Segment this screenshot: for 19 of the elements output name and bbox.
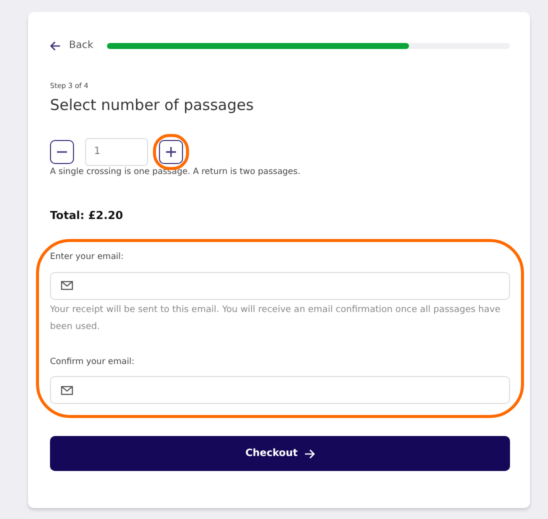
- field-label: Confirm your email:: [50, 356, 136, 368]
- help-text: A single crossing is one passage. A return is two passages.: [50, 166, 302, 178]
- decrease-button[interactable]: [50, 140, 74, 164]
- field-label: Enter your email:: [50, 250, 125, 264]
- arrow-right-icon: [304, 448, 315, 459]
- email-field[interactable]: [50, 272, 510, 300]
- quantity-field[interactable]: 1: [85, 138, 148, 166]
- back-arrow-icon: [50, 40, 61, 50]
- help-text: Your receipt will be sent to this email. You will receive an email confirmation once all passages have been used.: [50, 304, 502, 334]
- minus-icon: [57, 150, 67, 152]
- email-field[interactable]: [50, 376, 510, 404]
- page-heading: Select number of passages: [50, 96, 255, 114]
- checkout-button[interactable]: Checkout: [50, 436, 510, 472]
- increase-button[interactable]: [159, 140, 183, 164]
- envelope-icon: [61, 386, 73, 395]
- envelope-icon: [61, 281, 73, 290]
- back-link[interactable]: Back: [50, 38, 94, 53]
- plus-icon: [166, 146, 176, 156]
- total-price: Total: £2.20: [50, 208, 124, 224]
